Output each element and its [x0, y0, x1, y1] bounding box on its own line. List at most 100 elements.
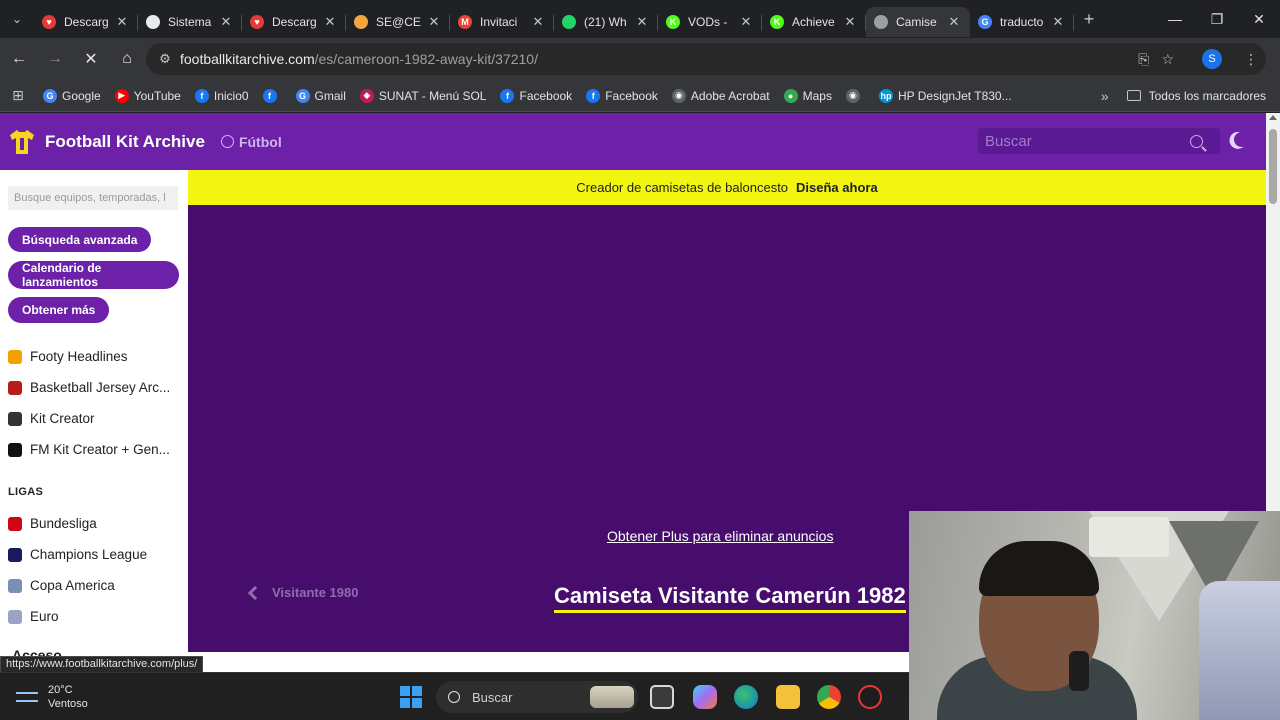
- sidebar-search-input[interactable]: [8, 186, 178, 210]
- sidebar-link[interactable]: Kit Creator: [8, 411, 95, 426]
- close-window-button[interactable]: ✕: [1238, 11, 1280, 28]
- site-search-input[interactable]: [978, 132, 1188, 150]
- chrome-icon[interactable]: [817, 685, 841, 709]
- tab-close-icon[interactable]: ✕: [218, 14, 234, 30]
- webcam-overlay: [909, 511, 1280, 720]
- obs-icon[interactable]: [858, 685, 882, 709]
- bookmark-item[interactable]: ◆ SUNAT - Menú SOL: [353, 88, 494, 103]
- bookmark-item[interactable]: ◉: [839, 88, 872, 103]
- task-view-icon[interactable]: [650, 685, 674, 709]
- browser-menu-icon[interactable]: ⋮: [1244, 51, 1258, 68]
- profile-avatar[interactable]: S: [1202, 49, 1222, 69]
- browser-tab[interactable]: (21) Wh ✕: [554, 7, 658, 37]
- tab-close-icon[interactable]: ✕: [738, 14, 754, 30]
- promo-cta-link[interactable]: Diseña ahora: [796, 180, 878, 195]
- browser-tab[interactable]: Gtraducto ✕: [970, 7, 1074, 37]
- tab-title: Descarg: [272, 15, 317, 29]
- browser-tab[interactable]: Camise ✕: [866, 7, 970, 37]
- bookmark-item[interactable]: ◉ Adobe Acrobat: [665, 88, 777, 103]
- site-info-icon[interactable]: ⚙: [150, 51, 180, 67]
- install-app-icon[interactable]: ⎘: [1138, 51, 1149, 68]
- browser-tab[interactable]: K VODs - ✕: [658, 7, 762, 37]
- weather-temperature: 20°C: [48, 684, 73, 696]
- league-link[interactable]: Bundesliga: [8, 516, 97, 531]
- league-link[interactable]: Champions League: [8, 547, 147, 562]
- bookmark-item[interactable]: f Facebook: [493, 88, 579, 103]
- browser-tab[interactable]: ♥ Descarg ✕: [34, 7, 138, 37]
- tab-search-button[interactable]: ⌄: [0, 0, 34, 38]
- advanced-search-button[interactable]: Búsqueda avanzada: [8, 227, 152, 252]
- tab-title: Camise: [896, 15, 937, 29]
- previous-kit-link[interactable]: Visitante 1980: [247, 585, 358, 600]
- tab-title: SE@CE: [376, 15, 421, 29]
- tab-close-icon[interactable]: ✕: [1050, 14, 1066, 30]
- release-calendar-button[interactable]: Calendario de lanzamientos: [8, 261, 179, 289]
- folder-icon: [1126, 90, 1141, 101]
- league-link[interactable]: Copa America: [8, 578, 115, 593]
- browser-tab[interactable]: Sistema ✕: [138, 7, 242, 37]
- bookmark-item[interactable]: G Gmail: [289, 88, 353, 103]
- bookmark-label: Maps: [802, 88, 832, 103]
- tab-close-icon[interactable]: ✕: [530, 14, 546, 30]
- league-link[interactable]: Euro: [8, 609, 59, 624]
- football-icon: [220, 135, 234, 148]
- bookmark-item[interactable]: G Google: [36, 88, 108, 103]
- tab-close-icon[interactable]: ✕: [114, 14, 130, 30]
- bookmark-item[interactable]: ▶ YouTube: [108, 88, 188, 103]
- browser-tab[interactable]: SE@CE ✕: [346, 7, 450, 37]
- windows-start-icon[interactable]: [400, 686, 422, 708]
- bookmark-item[interactable]: hp HP DesignJet T830...: [872, 88, 1019, 103]
- weather-widget[interactable]: 20°C Ventoso: [16, 683, 88, 711]
- minimize-button[interactable]: —: [1154, 11, 1196, 28]
- get-plus-link[interactable]: Obtener Plus para eliminar anuncios: [607, 528, 833, 544]
- restore-button[interactable]: ❐: [1196, 11, 1238, 28]
- home-button[interactable]: ⌂: [110, 42, 144, 76]
- tab-close-icon[interactable]: ✕: [322, 14, 338, 30]
- back-button[interactable]: ←: [2, 42, 36, 76]
- promo-banner[interactable]: Creador de camisetas de baloncesto Diseñ…: [188, 170, 1266, 205]
- sidebar-link-label: Kit Creator: [30, 411, 95, 426]
- taskbar-search[interactable]: Buscar: [436, 681, 638, 713]
- sidebar-link[interactable]: Footy Headlines: [8, 349, 128, 364]
- browser-tab[interactable]: K Achieve ✕: [762, 7, 866, 37]
- scrollbar-thumb[interactable]: [1269, 129, 1277, 204]
- file-explorer-icon[interactable]: [776, 685, 800, 709]
- url-text[interactable]: footballkitarchive.com/es/cameroon-1982-…: [180, 51, 538, 67]
- sidebar-link[interactable]: FM Kit Creator + Gen...: [8, 442, 170, 457]
- stop-loading-button[interactable]: ✕: [74, 42, 108, 76]
- new-tab-button[interactable]: +: [1074, 9, 1104, 30]
- scroll-up-icon[interactable]: [1269, 115, 1277, 120]
- browser-tab[interactable]: M Invitaci ✕: [450, 7, 554, 37]
- edge-icon[interactable]: [734, 685, 758, 709]
- bookmark-item[interactable]: f: [256, 88, 289, 103]
- tab-close-icon[interactable]: ✕: [426, 14, 442, 30]
- bookmark-label: Google: [62, 88, 101, 103]
- copilot-icon[interactable]: [693, 685, 717, 709]
- sidebar-link[interactable]: Basketball Jersey Arc...: [8, 380, 170, 395]
- sport-football-link[interactable]: Fútbol: [220, 134, 282, 150]
- wind-icon: [16, 692, 38, 702]
- address-bar[interactable]: ⚙ footballkitarchive.com/es/cameroon-198…: [146, 43, 1266, 75]
- all-bookmarks-label: Todos los marcadores: [1148, 88, 1266, 103]
- browser-tab[interactable]: ♥ Descarg ✕: [242, 7, 346, 37]
- tab-close-icon[interactable]: ✕: [946, 14, 962, 30]
- get-more-button[interactable]: Obtener más: [8, 297, 110, 323]
- bookmark-item[interactable]: f Facebook: [579, 88, 665, 103]
- bookmark-item[interactable]: ● Maps: [777, 88, 839, 103]
- bookmark-star-icon[interactable]: ☆: [1161, 51, 1174, 68]
- search-icon[interactable]: [1190, 134, 1203, 148]
- apps-grid-icon[interactable]: ⊞: [0, 87, 36, 104]
- dark-mode-toggle-icon[interactable]: [1232, 130, 1251, 149]
- tab-title: Achieve: [792, 15, 835, 29]
- shirt-logo-icon[interactable]: [8, 128, 36, 156]
- tab-favicon-icon: G: [978, 15, 992, 29]
- bookmark-item[interactable]: f Inicio0: [188, 88, 256, 103]
- tab-close-icon[interactable]: ✕: [842, 14, 858, 30]
- bookmark-label: Gmail: [314, 88, 346, 103]
- tab-close-icon[interactable]: ✕: [634, 14, 650, 30]
- bookmark-favicon-icon: ▶: [114, 88, 129, 103]
- more-bookmarks-icon[interactable]: »: [1101, 88, 1109, 104]
- site-logo-text[interactable]: Football Kit Archive: [45, 132, 205, 152]
- all-bookmarks-folder[interactable]: Todos los marcadores: [1126, 88, 1266, 103]
- forward-button[interactable]: →: [38, 42, 72, 76]
